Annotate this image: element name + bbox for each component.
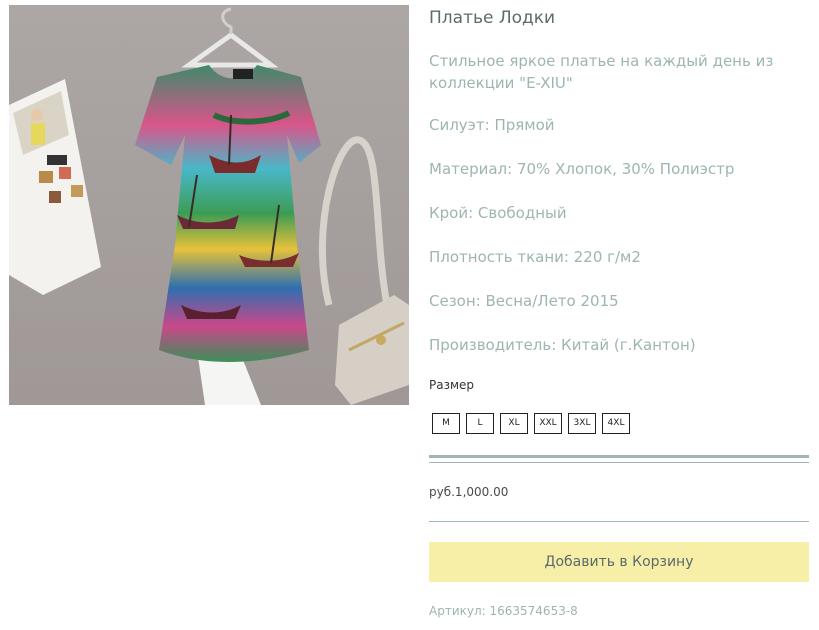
product-title: Платье Лодки xyxy=(429,8,556,28)
divider xyxy=(429,521,809,522)
dress-photo-illustration xyxy=(9,5,409,405)
size-option-4xl[interactable]: 4XL xyxy=(602,413,630,434)
attr-manufacturer: Производитель: Китай (г.Кантон) xyxy=(429,336,696,354)
attr-season: Сезон: Весна/Лето 2015 xyxy=(429,292,619,310)
size-option-xl[interactable]: XL xyxy=(500,413,528,434)
attr-material: Материал: 70% Хлопок, 30% Полиэстр xyxy=(429,160,735,178)
divider xyxy=(429,462,809,463)
divider-thick xyxy=(429,455,809,458)
product-sku: Артикул: 1663574653-8 xyxy=(429,604,578,618)
size-label: Размер xyxy=(429,378,475,392)
size-option-xxl[interactable]: XXL xyxy=(534,413,562,434)
product-price: руб.1,000.00 xyxy=(429,485,509,499)
attr-silhouette: Силуэт: Прямой xyxy=(429,116,555,134)
attr-density: Плотность ткани: 220 г/м2 xyxy=(429,248,641,266)
product-description: Стильное яркое платье на каждый день из … xyxy=(429,52,774,92)
size-option-m[interactable]: M xyxy=(432,413,460,434)
product-image[interactable] xyxy=(9,5,409,405)
attr-cut: Крой: Свободный xyxy=(429,204,567,222)
add-to-cart-button[interactable]: Добавить в Корзину xyxy=(429,542,809,582)
size-option-l[interactable]: L xyxy=(466,413,494,434)
size-option-3xl[interactable]: 3XL xyxy=(568,413,596,434)
size-selector: M L XL XXL 3XL 4XL xyxy=(432,413,630,434)
